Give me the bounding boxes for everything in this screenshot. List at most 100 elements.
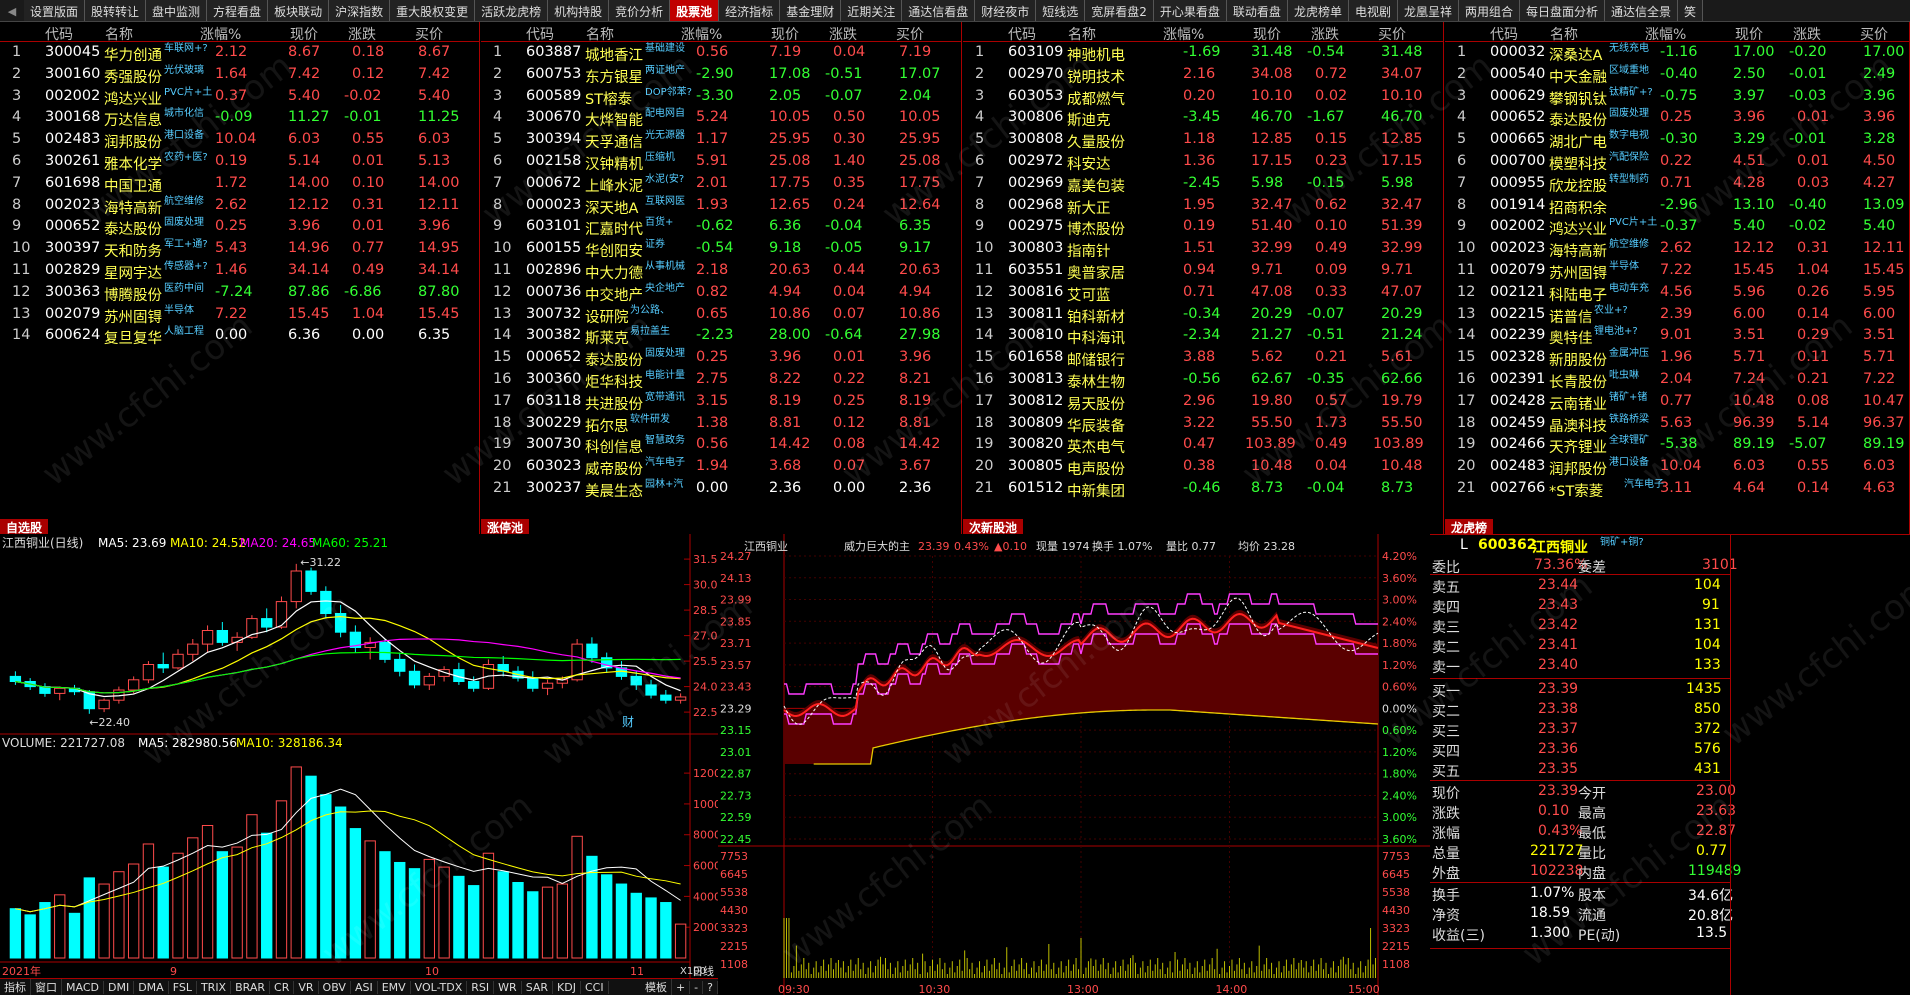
tab-23[interactable]: 两用组合 xyxy=(1458,0,1520,21)
table-row[interactable]: 17 603118 共进股份 宽带通讯 3.15 8.19 0.25 8.19 xyxy=(481,391,961,413)
panel-title-tab[interactable]: 龙虎榜 xyxy=(1445,519,1494,534)
table-row[interactable]: 3 000629 攀钢钒钛 钛精矿+? -0.75 3.97 -0.03 3.96 xyxy=(1445,86,1909,108)
tab-21[interactable]: 电视剧 xyxy=(1348,0,1398,21)
table-row[interactable]: 21 601512 中新集团 -0.46 8.73 -0.04 8.73 xyxy=(963,478,1443,500)
table-row[interactable]: 2 300160 秀强股份 光伏玻璃 1.64 7.42 0.12 7.42 xyxy=(0,64,479,86)
table-row[interactable]: 2 600753 东方银星 两证地产 -2.90 17.08 -0.51 17.07 xyxy=(481,64,961,86)
table-row[interactable]: 20 300805 电声股份 0.38 10.48 0.04 10.48 xyxy=(963,456,1443,478)
table-row[interactable]: 4 000652 泰达股份 固废处理 0.25 3.96 0.01 3.96 xyxy=(1445,107,1909,129)
tab-4[interactable]: 板块联动 xyxy=(268,0,330,21)
table-row[interactable]: 10 600155 华创阳安 证券 -0.54 9.18 -0.05 9.17 xyxy=(481,238,961,260)
indicator-tab[interactable]: KDJ xyxy=(553,980,581,994)
intraday-chart[interactable]: 江西铜业 威力巨大的主 23.39 0.43% ▲0.10 现量 1974 换手 1.07%… xyxy=(718,534,1430,995)
table-row[interactable]: 19 300730 科创信息 智慧政务 0.56 14.42 0.08 14.42 xyxy=(481,434,961,456)
table-row[interactable]: 17 002428 云南锗业 锗矿+锗 0.77 10.48 0.08 10.47 xyxy=(1445,391,1909,413)
indicator-tab[interactable]: DMA xyxy=(134,980,169,994)
tab-6[interactable]: 重大股权变更 xyxy=(390,0,476,21)
indicator-tab[interactable]: VOL-TDX xyxy=(411,980,468,994)
table-row[interactable]: 11 002896 中大力德 从事机械 2.18 20.63 0.44 20.63 xyxy=(481,260,961,282)
indicator-tab[interactable]: 窗口 xyxy=(31,979,62,995)
tab-15[interactable]: 财经夜市 xyxy=(975,0,1037,21)
table-row[interactable]: 9 002002 鸿达兴业 PVC片+土 -0.37 5.40 -0.02 5.40 xyxy=(1445,216,1909,238)
indicator-tab[interactable]: MACD xyxy=(62,980,104,994)
table-row[interactable]: 4 300670 大烨智能 配电网自 5.24 10.05 0.50 10.05 xyxy=(481,107,961,129)
kline-chart[interactable]: 江西铜业(日线) MA5: 23.69 MA10: 24.52MA20: 24.65… xyxy=(0,534,718,978)
indicator-tab[interactable]: CR xyxy=(270,980,295,994)
table-row[interactable]: 14 300382 斯莱克 易拉盖生 -2.23 28.00 -0.64 27.98 xyxy=(481,325,961,347)
tab-12[interactable]: 基金理财 xyxy=(780,0,842,21)
table-row[interactable]: 11 002079 苏州固锝 半导体 7.22 15.45 1.04 15.45 xyxy=(1445,260,1909,282)
indicator-tab[interactable]: CCI xyxy=(581,980,609,994)
tab-24[interactable]: 每日盘面分析 xyxy=(1520,0,1606,21)
tab-17[interactable]: 宽屏看盘2 xyxy=(1085,0,1154,21)
table-row[interactable]: 4 300806 斯迪克 -3.45 46.70 -1.67 46.70 xyxy=(963,107,1443,129)
tab-26[interactable]: 笑 xyxy=(1678,0,1704,21)
tab-9[interactable]: 竞价分析 xyxy=(609,0,671,21)
template-control[interactable]: ? xyxy=(703,980,718,994)
table-row[interactable]: 21 300237 美晨生态 园林+汽 0.00 2.36 0.00 2.36 xyxy=(481,478,961,500)
table-row[interactable]: 20 002483 润邦股份 港口设备 10.04 6.03 0.55 6.03 xyxy=(1445,456,1909,478)
table-row[interactable]: 11 603551 奥普家居 0.94 9.71 0.09 9.71 xyxy=(963,260,1443,282)
tab-22[interactable]: 龙凰呈祥 xyxy=(1397,0,1459,21)
tab-19[interactable]: 联动看盘 xyxy=(1226,0,1288,21)
table-row[interactable]: 12 300816 艾可蓝 0.71 47.08 0.33 47.07 xyxy=(963,282,1443,304)
tab-18[interactable]: 开心果看盘 xyxy=(1153,0,1227,21)
table-row[interactable]: 12 300363 博腾股份 医药中间 -7.24 87.86 -6.86 87.80 xyxy=(0,282,479,304)
table-row[interactable]: 7 601698 中国卫通 1.72 14.00 0.10 14.00 xyxy=(0,173,479,195)
tab-7[interactable]: 活跃龙虎榜 xyxy=(475,0,549,21)
tab-2[interactable]: 盘中监测 xyxy=(146,0,208,21)
table-row[interactable]: 15 601658 邮储银行 3.88 5.62 0.21 5.61 xyxy=(963,347,1443,369)
tab-10[interactable]: 股票池 xyxy=(670,0,720,21)
table-row[interactable]: 19 300820 英杰电气 0.47 103.89 0.49 103.89 xyxy=(963,434,1443,456)
tab-8[interactable]: 机构持股 xyxy=(548,0,610,21)
tab-25[interactable]: 通达信全景 xyxy=(1605,0,1679,21)
table-row[interactable]: 6 300261 雅本化学 农药+医? 0.19 5.14 0.01 5.13 xyxy=(0,151,479,173)
table-row[interactable]: 9 000652 泰达股份 固废处理 0.25 3.96 0.01 3.96 xyxy=(0,216,479,238)
indicator-tab[interactable]: ASI xyxy=(351,980,378,994)
table-row[interactable]: 10 002023 海特高新 航空维修 2.62 12.12 0.31 12.11 xyxy=(1445,238,1909,260)
table-row[interactable]: 14 002239 奥特佳 锂电池+? 9.01 3.51 0.29 3.51 xyxy=(1445,325,1909,347)
table-row[interactable]: 8 002023 海特高新 航空维修 2.62 12.12 0.31 12.11 xyxy=(0,195,479,217)
table-row[interactable]: 8 002968 新大正 1.95 32.47 0.62 32.47 xyxy=(963,195,1443,217)
table-row[interactable]: 10 300397 天和防务 军工+通? 5.43 14.96 0.77 14.95 xyxy=(0,238,479,260)
table-row[interactable]: 6 002972 科安达 1.36 17.15 0.23 17.15 xyxy=(963,151,1443,173)
tab-0[interactable]: 设置版面 xyxy=(24,0,86,21)
table-row[interactable]: 5 300808 久量股份 1.18 12.85 0.15 12.85 xyxy=(963,129,1443,151)
template-control[interactable]: 模板 xyxy=(641,979,672,995)
indicator-tab[interactable]: DMI xyxy=(104,980,135,994)
table-row[interactable]: 14 300810 中科海讯 -2.34 21.27 -0.51 21.24 xyxy=(963,325,1443,347)
template-control[interactable]: - xyxy=(690,980,704,994)
table-row[interactable]: 10 300803 指南针 1.51 32.99 0.49 32.99 xyxy=(963,238,1443,260)
table-row[interactable]: 7 000672 上峰水泥 水泥(安? 2.01 17.75 0.35 17.75 xyxy=(481,173,961,195)
table-row[interactable]: 5 002483 润邦股份 港口设备 10.04 6.03 0.55 6.03 xyxy=(0,129,479,151)
table-row[interactable]: 18 300229 拓尔思 软件研发 1.38 8.81 0.12 8.81 xyxy=(481,413,961,435)
table-row[interactable]: 1 300045 华力创通 车联网+? 2.12 8.67 0.18 8.67 xyxy=(0,42,479,64)
panel-title-tab[interactable]: 次新股池 xyxy=(963,519,1024,534)
table-row[interactable]: 6 002158 汉钟精机 压缩机 5.91 25.08 1.40 25.08 xyxy=(481,151,961,173)
table-row[interactable]: 13 002215 诺普信 农业+? 2.39 6.00 0.14 6.00 xyxy=(1445,304,1909,326)
indicator-tab[interactable]: EMV xyxy=(378,980,411,994)
table-row[interactable]: 7 002969 嘉美包装 -2.45 5.98 -0.15 5.98 xyxy=(963,173,1443,195)
table-row[interactable]: 13 300811 铂科新材 -0.34 20.29 -0.07 20.29 xyxy=(963,304,1443,326)
table-row[interactable]: 9 002975 博杰股份 0.19 51.40 0.10 51.39 xyxy=(963,216,1443,238)
indicator-tab[interactable]: WR xyxy=(494,980,522,994)
table-row[interactable]: 3 603053 成都燃气 0.20 10.10 0.02 10.10 xyxy=(963,86,1443,108)
indicator-tab[interactable]: BRAR xyxy=(231,980,271,994)
table-row[interactable]: 5 000665 湖北广电 数字电视 -0.30 3.29 -0.01 3.28 xyxy=(1445,129,1909,151)
table-row[interactable]: 16 300813 泰林生物 -0.56 62.67 -0.35 62.66 xyxy=(963,369,1443,391)
indicator-tab[interactable]: OBV xyxy=(319,980,351,994)
tab-1[interactable]: 股转转让 xyxy=(85,0,147,21)
table-row[interactable]: 21 002766 *ST索菱 汽车电子 3.11 4.64 0.14 4.63 xyxy=(1445,478,1909,500)
template-control[interactable]: + xyxy=(672,980,691,994)
table-row[interactable]: 1 000032 深桑达A 无线充电 -1.16 17.00 -0.20 17.00 xyxy=(1445,42,1909,64)
indicator-tab[interactable]: RSI xyxy=(467,980,495,994)
table-row[interactable]: 2 000540 中天金融 区域重地 -0.40 2.50 -0.01 2.49 xyxy=(1445,64,1909,86)
table-row[interactable]: 7 000955 欣龙控股 转型制药 0.71 4.28 0.03 4.27 xyxy=(1445,173,1909,195)
indicator-tab[interactable]: TRIX xyxy=(197,980,232,994)
table-row[interactable]: 12 000736 中交地产 央企地产 0.82 4.94 0.04 4.94 xyxy=(481,282,961,304)
tab-14[interactable]: 通达信看盘 xyxy=(902,0,976,21)
table-row[interactable]: 4 300168 万达信息 城市化信 -0.09 11.27 -0.01 11.25 xyxy=(0,107,479,129)
table-row[interactable]: 17 300812 易天股份 2.96 19.80 0.57 19.79 xyxy=(963,391,1443,413)
table-row[interactable]: 13 300732 设研院 为公路、 0.65 10.86 0.07 10.86 xyxy=(481,304,961,326)
indicator-tab[interactable]: FSL xyxy=(169,980,197,994)
